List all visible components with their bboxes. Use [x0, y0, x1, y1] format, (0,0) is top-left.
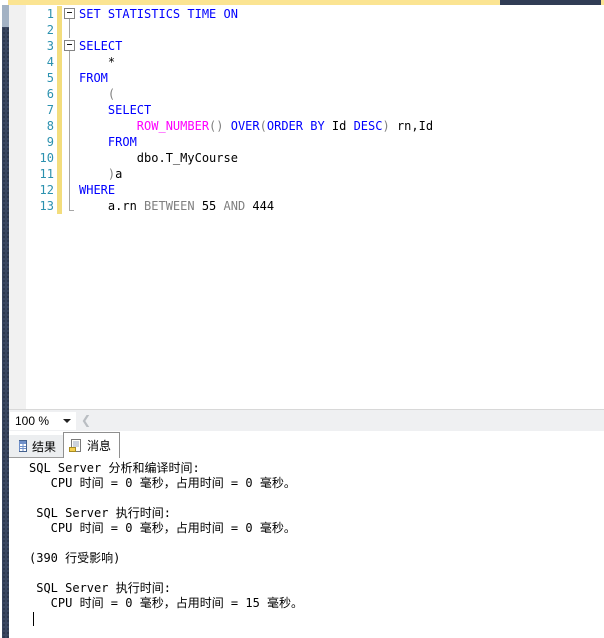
line-number: 4: [26, 54, 57, 70]
indicator-margin-cell: [9, 54, 26, 70]
code-text[interactable]: SELECT: [79, 102, 151, 118]
message-line: CPU 时间 = 0 毫秒，占用时间 = 0 毫秒。: [29, 521, 604, 536]
indicator-margin-cell: [9, 182, 26, 198]
line-number: 2: [26, 22, 57, 38]
code-line: 9 FROM: [9, 134, 604, 150]
message-line: CPU 时间 = 0 毫秒，占用时间 = 15 毫秒。: [29, 596, 604, 611]
indicator-margin-cell: [9, 150, 26, 166]
code-line: 13 a.rn BETWEEN 55 AND 444: [9, 198, 604, 214]
chevron-down-icon: [63, 419, 71, 423]
code-line: 3 SELECT: [9, 38, 604, 54]
code-line: 7 SELECT: [9, 102, 604, 118]
messages-icon: [68, 439, 83, 453]
code-text[interactable]: WHERE: [79, 182, 115, 198]
outlining-margin: [62, 182, 79, 198]
code-text[interactable]: FROM: [79, 134, 137, 150]
message-line: [29, 536, 604, 551]
indicator-margin-cell: [9, 134, 26, 150]
line-number: 3: [26, 38, 57, 54]
outlining-margin: [62, 70, 79, 86]
code-line: 5 FROM: [9, 70, 604, 86]
indicator-margin-cell: [9, 38, 26, 54]
code-lines: 1SET STATISTICS TIME ON23SELECT4 *5FROM6…: [9, 6, 604, 214]
code-text[interactable]: SELECT: [79, 38, 122, 54]
line-number: 13: [26, 198, 57, 214]
tab-label: 消息: [87, 437, 111, 454]
indicator-margin-cell: [9, 198, 26, 214]
code-line: 4 *: [9, 54, 604, 70]
code-text[interactable]: )a: [79, 166, 122, 182]
zoom-level-select[interactable]: 100 %: [10, 412, 76, 430]
outlining-margin: [62, 86, 79, 102]
message-line: SQL Server 执行时间:: [29, 581, 604, 596]
code-text[interactable]: FROM: [79, 70, 108, 86]
code-text[interactable]: (: [79, 86, 115, 102]
line-number: 9: [26, 134, 57, 150]
code-line: 6 (: [9, 86, 604, 102]
line-number: 6: [26, 86, 57, 102]
line-number: 11: [26, 166, 57, 182]
tab-messages[interactable]: 消息: [63, 432, 120, 458]
indicator-margin-cell: [9, 86, 26, 102]
message-line: [29, 566, 604, 581]
messages-output[interactable]: SQL Server 分析和编译时间: CPU 时间 = 0 毫秒，占用时间 =…: [9, 458, 604, 638]
message-line: [29, 491, 604, 506]
indicator-margin-cell: [9, 118, 26, 134]
tab-label: 结果: [32, 438, 56, 455]
code-line: 10 dbo.T_MyCourse: [9, 150, 604, 166]
collapse-toggle-icon[interactable]: [64, 8, 75, 19]
zoom-level-value: 100 %: [10, 414, 63, 428]
tab-strip-left-margin: [9, 435, 19, 458]
query-editor-window: 1SET STATISTICS TIME ON23SELECT4 *5FROM6…: [0, 0, 604, 638]
outlining-margin: [62, 54, 79, 70]
text-caret: [33, 612, 34, 626]
line-number: 12: [26, 182, 57, 198]
panel-strip-texture: [2, 27, 9, 638]
code-text[interactable]: SET STATISTICS TIME ON: [79, 6, 238, 22]
scroll-left-icon[interactable]: ❮: [81, 413, 91, 427]
outlining-margin: [62, 6, 79, 22]
line-number: 1: [26, 6, 57, 22]
code-line: 12 WHERE: [9, 182, 604, 198]
indicator-margin-cell: [9, 102, 26, 118]
indicator-margin-cell: [9, 22, 26, 38]
outlining-margin: [62, 198, 79, 214]
outlining-margin: [62, 150, 79, 166]
outlining-margin: [62, 102, 79, 118]
message-line: SQL Server 分析和编译时间:: [29, 461, 604, 476]
indicator-margin-cell: [9, 70, 26, 86]
line-number: 5: [26, 70, 57, 86]
line-number: 7: [26, 102, 57, 118]
results-pane: 结果 消息 SQL Server 分析和编译时间: CPU 时间 = 0 毫秒，占…: [9, 431, 604, 638]
code-text[interactable]: *: [79, 54, 115, 70]
horizontal-scrollbar[interactable]: ❮: [76, 410, 604, 431]
code-text[interactable]: dbo.T_MyCourse: [79, 150, 238, 166]
results-tab-strip: 结果 消息: [9, 431, 604, 458]
message-line: (390 行受影响): [29, 551, 604, 566]
editor-bottom-bar: 100 % ❮: [9, 409, 604, 431]
panel-strip-top: [2, 5, 9, 27]
collapse-toggle-icon[interactable]: [64, 40, 75, 51]
outlining-margin: [62, 134, 79, 150]
code-text[interactable]: a.rn BETWEEN 55 AND 444: [79, 198, 274, 214]
indicator-margin-cell: [9, 6, 26, 22]
message-line: CPU 时间 = 0 毫秒，占用时间 = 0 毫秒。: [29, 476, 604, 491]
outlining-margin: [62, 166, 79, 182]
outlining-margin: [62, 22, 79, 38]
line-number: 10: [26, 150, 57, 166]
code-line: 8 ROW_NUMBER() OVER(ORDER BY Id DESC) rn…: [9, 118, 604, 134]
code-line: 1 SET STATISTICS TIME ON: [9, 6, 604, 22]
code-line: 11 )a: [9, 166, 604, 182]
indicator-margin-cell: [9, 166, 26, 182]
code-line: 2: [9, 22, 604, 38]
sql-editor[interactable]: 1SET STATISTICS TIME ON23SELECT4 *5FROM6…: [9, 5, 604, 409]
code-text[interactable]: ROW_NUMBER() OVER(ORDER BY Id DESC) rn,I…: [79, 118, 433, 134]
outlining-margin: [62, 118, 79, 134]
outlining-margin: [62, 38, 79, 54]
message-line: SQL Server 执行时间:: [29, 506, 604, 521]
line-number: 8: [26, 118, 57, 134]
collapsed-panel-strip[interactable]: [2, 5, 9, 638]
